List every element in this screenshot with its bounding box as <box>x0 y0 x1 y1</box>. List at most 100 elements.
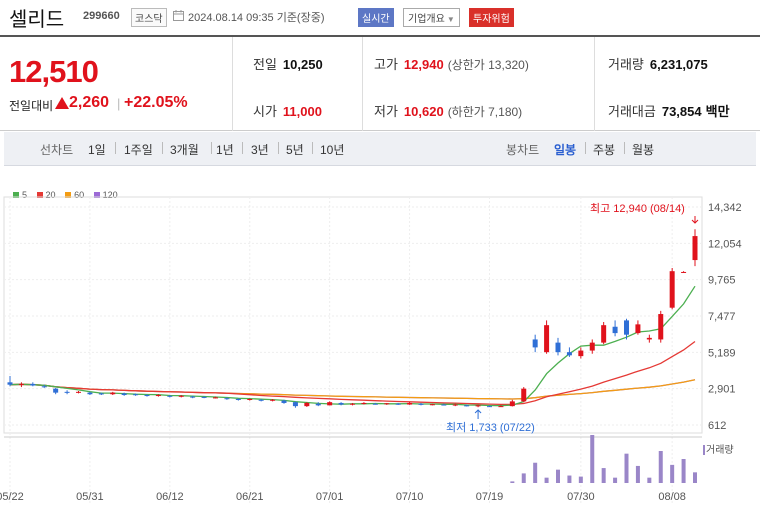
candle <box>64 391 70 393</box>
low-arrow-icon <box>474 409 482 419</box>
x-tick-label: 07/01 <box>316 491 344 503</box>
price-chart[interactable]: 거래량 최고 12,940 (08/14) 최저 1,733 (07/22) 14… <box>0 195 760 510</box>
candle <box>190 396 196 398</box>
candle <box>201 396 207 398</box>
candle <box>7 382 13 385</box>
candle <box>121 393 127 396</box>
volume-bar <box>658 451 663 483</box>
as-of-time: 2024.08.14 09:35 기준(장중) <box>188 12 325 24</box>
trade-amount: 거래대금 73,854 백만 <box>608 101 730 120</box>
volume-bar <box>590 435 595 483</box>
volume-bar <box>624 453 629 483</box>
candle <box>76 391 81 393</box>
candle <box>247 398 253 400</box>
high-label: 고가 <box>374 57 398 72</box>
current-price-box: 12,510 전일대비 2,260 | +22.05% <box>0 37 233 131</box>
candle <box>270 399 276 401</box>
candle <box>110 392 116 395</box>
x-tick-label: 07/19 <box>476 491 504 503</box>
candle <box>53 388 59 393</box>
candle <box>441 404 447 406</box>
period-3y[interactable]: 3년 <box>251 141 269 158</box>
volume-label: 거래량 <box>706 444 734 456</box>
company-overview-label: 기업개요 <box>408 14 445 25</box>
company-overview-dropdown[interactable]: 기업개요 ▼ <box>403 8 460 27</box>
candle <box>281 400 287 403</box>
candle <box>133 394 139 396</box>
candle <box>304 402 310 407</box>
divider <box>594 37 595 131</box>
period-3m[interactable]: 3개월 <box>170 141 199 158</box>
candle <box>213 397 218 399</box>
stock-code: 299660 <box>83 10 120 22</box>
candle <box>452 404 458 406</box>
candle <box>669 271 675 308</box>
volume: 거래량 6,231,075 <box>608 54 708 73</box>
candle <box>235 398 241 400</box>
candle <box>144 395 150 397</box>
volume-bar <box>544 477 549 483</box>
divider <box>624 142 625 154</box>
amount-label: 거래대금 <box>608 104 656 119</box>
volume-bar <box>693 472 697 483</box>
upper-limit: (상한가 13,320) <box>447 58 529 72</box>
candle <box>624 320 629 335</box>
line-chart-label: 선차트 <box>40 143 74 157</box>
candle <box>155 395 161 397</box>
candle <box>30 383 36 386</box>
volume-bar <box>613 477 618 483</box>
realtime-button[interactable]: 실시간 <box>358 8 394 27</box>
candle <box>338 402 344 405</box>
market-badge: 코스닥 <box>131 8 167 27</box>
candle <box>407 402 413 405</box>
candle <box>646 337 652 340</box>
candle <box>487 406 492 408</box>
divider: | <box>117 96 121 111</box>
candle <box>681 271 687 273</box>
investment-risk-badge: 투자위험 <box>469 8 514 27</box>
period-1y[interactable]: 1년 <box>216 141 234 158</box>
low-value: 10,620 <box>403 104 444 119</box>
candle <box>498 406 504 408</box>
open-price: 시가 11,000 <box>253 101 322 120</box>
period-monthly[interactable]: 월봉 <box>632 141 654 158</box>
period-10y[interactable]: 10년 <box>320 141 344 158</box>
period-1w[interactable]: 1주일 <box>124 141 153 158</box>
candle <box>589 342 595 351</box>
low-annotation: 최저 1,733 (07/22) <box>446 421 535 434</box>
high-price: 고가 12,940 (상한가 13,320) <box>374 54 529 73</box>
period-5y[interactable]: 5년 <box>286 141 304 158</box>
up-triangle-icon <box>55 97 69 109</box>
high-annotation: 최고 12,940 (08/14) <box>590 202 685 215</box>
period-daily[interactable]: 일봉 <box>554 141 576 158</box>
candle <box>566 352 572 356</box>
candle <box>327 402 333 406</box>
candle-chart-label: 봉차트 <box>506 143 540 157</box>
candle <box>635 324 641 334</box>
open-label: 시가 <box>253 104 277 119</box>
divider <box>312 142 313 154</box>
divider <box>242 142 243 154</box>
volume-bar <box>556 469 560 483</box>
candle <box>692 236 698 261</box>
candle <box>178 395 184 397</box>
y-tick-label: 12,054 <box>708 238 742 250</box>
candle <box>532 339 538 348</box>
candle <box>87 392 93 395</box>
candle <box>315 403 321 406</box>
y-tick-label: 612 <box>708 420 726 432</box>
x-tick-label: 06/12 <box>156 491 184 503</box>
divider <box>115 142 116 154</box>
volume-value: 6,231,075 <box>649 57 708 72</box>
period-toolbar: 선차트 1일 1주일 3개월 1년 3년 5년 10년 봉차트 일봉 주봉 월봉 <box>4 132 756 166</box>
prev-close-label: 전일 <box>253 57 277 72</box>
divider <box>362 37 363 131</box>
period-weekly[interactable]: 주봉 <box>593 141 615 158</box>
volume-bar <box>567 475 572 483</box>
volume-label: 거래량 <box>608 57 644 72</box>
period-1d[interactable]: 1일 <box>88 141 106 158</box>
volume-legend-swatch <box>703 445 705 455</box>
volume-bar <box>681 459 686 483</box>
calendar-icon <box>173 10 184 21</box>
low-label: 저가 <box>374 104 398 119</box>
